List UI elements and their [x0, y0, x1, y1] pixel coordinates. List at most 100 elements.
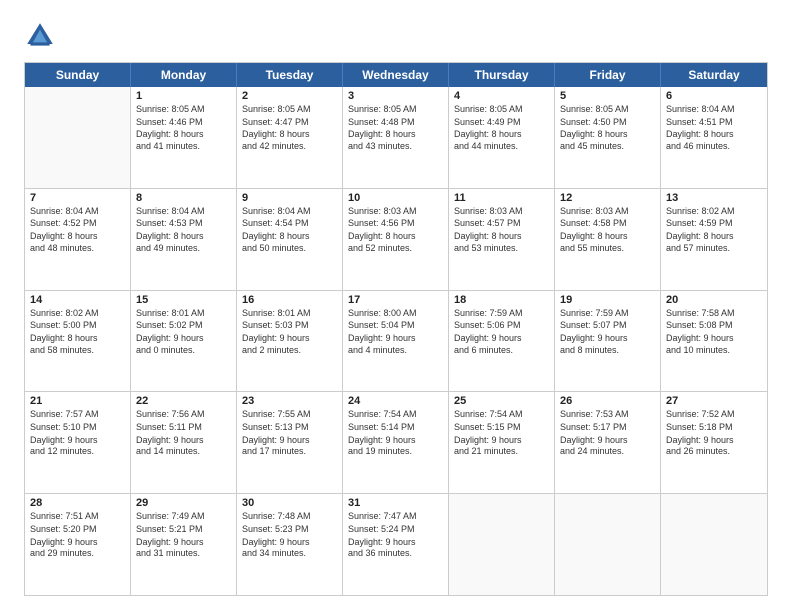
sunrise-text: Sunrise: 8:01 AM: [136, 308, 231, 320]
daylight-text: Daylight: 9 hours and 12 minutes.: [30, 435, 125, 458]
weekday-header-saturday: Saturday: [661, 63, 767, 87]
sunset-text: Sunset: 5:10 PM: [30, 422, 125, 434]
day-number: 21: [30, 395, 125, 407]
daylight-text: Daylight: 9 hours and 21 minutes.: [454, 435, 549, 458]
sunset-text: Sunset: 4:54 PM: [242, 218, 337, 230]
sunrise-text: Sunrise: 8:04 AM: [136, 206, 231, 218]
sunrise-text: Sunrise: 7:54 AM: [454, 409, 549, 421]
day-number: 12: [560, 192, 655, 204]
day-number: 8: [136, 192, 231, 204]
calendar-row-3: 21Sunrise: 7:57 AMSunset: 5:10 PMDayligh…: [25, 392, 767, 494]
day-number: 1: [136, 90, 231, 102]
sunset-text: Sunset: 4:56 PM: [348, 218, 443, 230]
day-number: 2: [242, 90, 337, 102]
calendar-cell-27: 27Sunrise: 7:52 AMSunset: 5:18 PMDayligh…: [661, 392, 767, 493]
day-number: 29: [136, 497, 231, 509]
sunrise-text: Sunrise: 8:04 AM: [242, 206, 337, 218]
day-number: 11: [454, 192, 549, 204]
daylight-text: Daylight: 8 hours and 43 minutes.: [348, 129, 443, 152]
calendar-cell-25: 25 Sunrise: 7:54 AMSunset: 5:15 PMDayligh…: [449, 392, 555, 493]
sunrise-text: Sunrise: 8:04 AM: [666, 104, 762, 116]
calendar-cell-28: 28Sunrise: 7:51 AMSunset: 5:20 PMDayligh…: [25, 494, 131, 595]
sunset-text: Sunset: 5:23 PM: [242, 524, 337, 536]
day-number: 18: [454, 294, 549, 306]
sunrise-text: Sunrise: 8:05 AM: [136, 104, 231, 116]
sunrise-text: Sunrise: 8:04 AM: [30, 206, 125, 218]
daylight-text: Daylight: 8 hours and 50 minutes.: [242, 231, 337, 254]
day-number: 4: [454, 90, 549, 102]
calendar-cell-10: 10Sunrise: 8:03 AMSunset: 4:56 PMDayligh…: [343, 189, 449, 290]
sunrise-text: Sunrise: 7:53 AM: [560, 409, 655, 421]
sunset-text: Sunset: 4:53 PM: [136, 218, 231, 230]
day-number: 30: [242, 497, 337, 509]
header: [24, 20, 768, 52]
weekday-header-sunday: Sunday: [25, 63, 131, 87]
day-number: 20: [666, 294, 762, 306]
day-number: 15: [136, 294, 231, 306]
sunset-text: Sunset: 4:57 PM: [454, 218, 549, 230]
calendar-cell-1: 1Sunrise: 8:05 AMSunset: 4:46 PMDaylight…: [131, 87, 237, 188]
calendar-cell-6: 6Sunrise: 8:04 AMSunset: 4:51 PMDaylight…: [661, 87, 767, 188]
sunset-text: Sunset: 5:17 PM: [560, 422, 655, 434]
daylight-text: Daylight: 8 hours and 41 minutes.: [136, 129, 231, 152]
calendar-cell-15: 15Sunrise: 8:01 AMSunset: 5:02 PMDayligh…: [131, 291, 237, 392]
sunrise-text: Sunrise: 8:05 AM: [560, 104, 655, 116]
page: SundayMondayTuesdayWednesdayThursdayFrid…: [0, 0, 792, 612]
sunset-text: Sunset: 4:50 PM: [560, 117, 655, 129]
calendar-cell-14: 14Sunrise: 8:02 AMSunset: 5:00 PMDayligh…: [25, 291, 131, 392]
sunset-text: Sunset: 5:04 PM: [348, 320, 443, 332]
calendar-cell-22: 22Sunrise: 7:56 AMSunset: 5:11 PMDayligh…: [131, 392, 237, 493]
daylight-text: Daylight: 9 hours and 4 minutes.: [348, 333, 443, 356]
daylight-text: Daylight: 8 hours and 57 minutes.: [666, 231, 762, 254]
daylight-text: Daylight: 9 hours and 34 minutes.: [242, 537, 337, 560]
day-number: 22: [136, 395, 231, 407]
weekday-header-tuesday: Tuesday: [237, 63, 343, 87]
sunset-text: Sunset: 5:02 PM: [136, 320, 231, 332]
calendar: SundayMondayTuesdayWednesdayThursdayFrid…: [24, 62, 768, 596]
day-number: 25: [454, 395, 549, 407]
sunrise-text: Sunrise: 8:03 AM: [348, 206, 443, 218]
calendar-cell-19: 19Sunrise: 7:59 AMSunset: 5:07 PMDayligh…: [555, 291, 661, 392]
sunset-text: Sunset: 5:13 PM: [242, 422, 337, 434]
calendar-cell-24: 24Sunrise: 7:54 AMSunset: 5:14 PMDayligh…: [343, 392, 449, 493]
daylight-text: Daylight: 8 hours and 48 minutes.: [30, 231, 125, 254]
sunset-text: Sunset: 5:18 PM: [666, 422, 762, 434]
sunset-text: Sunset: 4:48 PM: [348, 117, 443, 129]
sunset-text: Sunset: 5:15 PM: [454, 422, 549, 434]
sunset-text: Sunset: 5:03 PM: [242, 320, 337, 332]
daylight-text: Daylight: 9 hours and 26 minutes.: [666, 435, 762, 458]
sunset-text: Sunset: 5:20 PM: [30, 524, 125, 536]
calendar-cell-empty-4-4: [449, 494, 555, 595]
sunrise-text: Sunrise: 7:58 AM: [666, 308, 762, 320]
day-number: 5: [560, 90, 655, 102]
calendar-cell-11: 11Sunrise: 8:03 AMSunset: 4:57 PMDayligh…: [449, 189, 555, 290]
calendar-cell-empty-4-6: [661, 494, 767, 595]
day-number: 27: [666, 395, 762, 407]
daylight-text: Daylight: 9 hours and 24 minutes.: [560, 435, 655, 458]
daylight-text: Daylight: 8 hours and 45 minutes.: [560, 129, 655, 152]
sunset-text: Sunset: 4:51 PM: [666, 117, 762, 129]
day-number: 17: [348, 294, 443, 306]
daylight-text: Daylight: 9 hours and 10 minutes.: [666, 333, 762, 356]
day-number: 14: [30, 294, 125, 306]
sunrise-text: Sunrise: 8:03 AM: [560, 206, 655, 218]
sunrise-text: Sunrise: 7:51 AM: [30, 511, 125, 523]
daylight-text: Daylight: 8 hours and 52 minutes.: [348, 231, 443, 254]
daylight-text: Daylight: 9 hours and 29 minutes.: [30, 537, 125, 560]
sunset-text: Sunset: 5:21 PM: [136, 524, 231, 536]
calendar-cell-29: 29Sunrise: 7:49 AMSunset: 5:21 PMDayligh…: [131, 494, 237, 595]
logo: [24, 20, 60, 52]
calendar-cell-18: 18Sunrise: 7:59 AMSunset: 5:06 PMDayligh…: [449, 291, 555, 392]
sunrise-text: Sunrise: 7:59 AM: [560, 308, 655, 320]
day-number: 19: [560, 294, 655, 306]
calendar-cell-8: 8 Sunrise: 8:04 AMSunset: 4:53 PMDaylight…: [131, 189, 237, 290]
calendar-cell-3: 3Sunrise: 8:05 AMSunset: 4:48 PMDaylight…: [343, 87, 449, 188]
daylight-text: Daylight: 8 hours and 49 minutes.: [136, 231, 231, 254]
calendar-body: 1Sunrise: 8:05 AMSunset: 4:46 PMDaylight…: [25, 87, 767, 595]
calendar-cell-16: 16Sunrise: 8:01 AMSunset: 5:03 PMDayligh…: [237, 291, 343, 392]
day-number: 13: [666, 192, 762, 204]
sunrise-text: Sunrise: 8:02 AM: [30, 308, 125, 320]
sunset-text: Sunset: 5:24 PM: [348, 524, 443, 536]
sunrise-text: Sunrise: 7:49 AM: [136, 511, 231, 523]
sunrise-text: Sunrise: 8:05 AM: [454, 104, 549, 116]
